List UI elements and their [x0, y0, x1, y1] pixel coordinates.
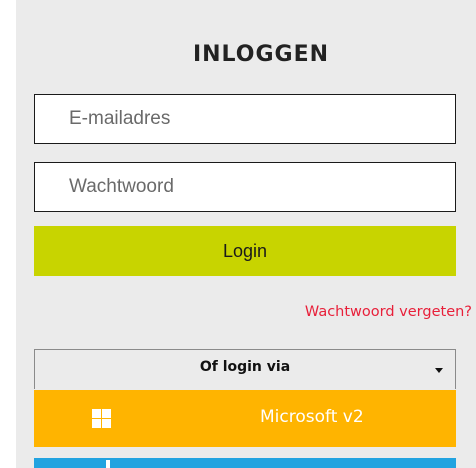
- page-title: INLOGGEN: [192, 42, 330, 67]
- email-field[interactable]: [34, 94, 456, 144]
- login-via-dropdown[interactable]: Of login via: [34, 349, 456, 389]
- forgot-password-link[interactable]: Wachtwoord vergeten?: [305, 304, 472, 320]
- windows-icon: [92, 409, 111, 428]
- password-field[interactable]: [34, 162, 456, 212]
- microsoft-login-button[interactable]: Microsoft v2: [34, 390, 456, 447]
- chevron-down-icon: [435, 368, 443, 373]
- provider-icon: [106, 460, 110, 468]
- login-panel: INLOGGEN Login Wachtwoord vergeten? Of l…: [16, 0, 476, 468]
- microsoft-login-label: Microsoft v2: [260, 407, 364, 427]
- dropdown-label: Of login via: [199, 359, 291, 375]
- provider-login-button[interactable]: [34, 458, 456, 468]
- login-button[interactable]: Login: [34, 226, 456, 276]
